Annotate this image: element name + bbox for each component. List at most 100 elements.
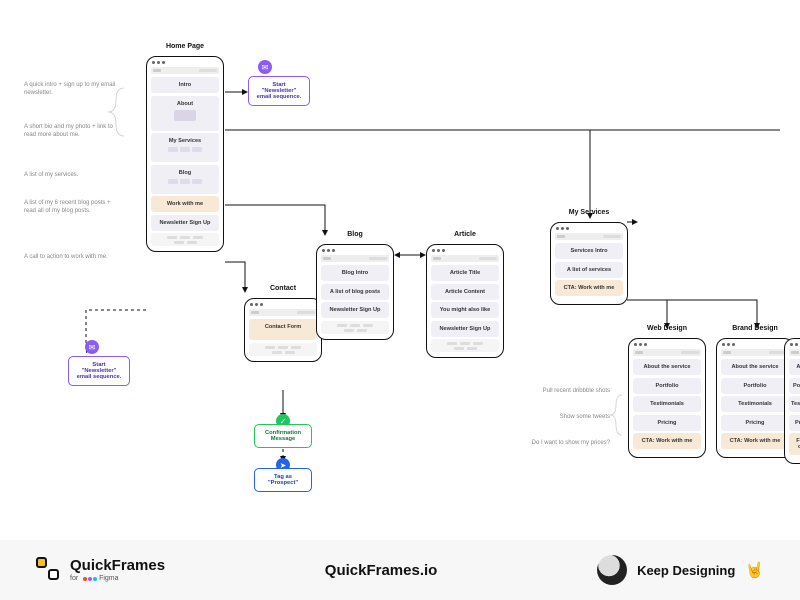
- services-thumbs: [153, 147, 217, 152]
- window-dots: [245, 299, 321, 309]
- navbar: [151, 67, 219, 74]
- page-web-design-title: Web Design: [629, 325, 705, 332]
- navbar: [249, 309, 317, 316]
- section-article-content: Article Content: [431, 284, 499, 300]
- tagline-tool: Figma: [99, 575, 118, 582]
- quickframes-logo-icon: [36, 557, 62, 583]
- navbar: [321, 255, 389, 262]
- brand-name: QuickFrames: [70, 558, 165, 573]
- section-my-services: My Services: [151, 133, 219, 162]
- section-service-cta: CTA: Work with me: [633, 433, 701, 449]
- annotation-services: A list of my services.: [24, 172, 124, 180]
- navbar: [789, 349, 800, 356]
- mail-badge-icon: ✉: [258, 60, 272, 74]
- window-dots: [317, 245, 393, 255]
- page-article-title: Article: [427, 231, 503, 238]
- section-testimonials: Testimonials: [721, 396, 789, 412]
- annotation-blog: A list of my 6 recent blog posts + read …: [24, 200, 124, 215]
- page-contact[interactable]: Contact Contact Form: [244, 298, 322, 362]
- page-blog[interactable]: Blog Blog Intro A list of blog posts New…: [316, 244, 394, 340]
- section-about-label: About: [177, 101, 193, 107]
- window-dots: [717, 339, 793, 349]
- section-services-cta: CTA: Work with me: [555, 280, 623, 296]
- page-brand-design[interactable]: Brand Design About the service Portfolio…: [716, 338, 794, 458]
- section-blog-label: Blog: [179, 170, 191, 176]
- keep-designing[interactable]: Keep Designing 🤘: [597, 555, 764, 585]
- section-content-cta: Free 3 cons: [789, 433, 800, 455]
- annotation-tweets: Show some tweets: [510, 414, 610, 422]
- section-about-service: About the service: [721, 359, 789, 375]
- page-contact-title: Contact: [245, 285, 321, 292]
- page-blog-title: Blog: [317, 231, 393, 238]
- section-blog-intro: Blog Intro: [321, 265, 389, 281]
- page-article[interactable]: Article Article Title Article Content Yo…: [426, 244, 504, 358]
- mail-badge-icon: ✉: [85, 340, 99, 354]
- annotation-dribbble: Pull recent dribbble shots: [510, 388, 610, 396]
- section-pricing: Pricing: [633, 415, 701, 431]
- tagline-prefix: for: [70, 575, 78, 582]
- section-testimonials: Testimonials: [789, 396, 800, 412]
- section-about-service: About: [789, 359, 800, 375]
- navbar: [633, 349, 701, 356]
- diagram-canvas[interactable]: A quick intro + sign up to my email news…: [0, 0, 800, 540]
- section-blog: Blog: [151, 165, 219, 194]
- navbar: [431, 255, 499, 262]
- keep-designing-label: Keep Designing: [637, 563, 735, 578]
- section-service-cta: CTA: Work with me: [721, 433, 789, 449]
- about-image-placeholder: [174, 110, 196, 121]
- section-about-service: About the service: [633, 359, 701, 375]
- navbar: [721, 349, 789, 356]
- section-newsletter-signup: Newsletter Sign Up: [431, 321, 499, 337]
- page-footer: [249, 343, 317, 356]
- page-footer: [431, 339, 499, 352]
- connector-lines: [0, 0, 800, 540]
- section-intro: Intro: [151, 77, 219, 93]
- section-portfolio: Portfolio: [633, 378, 701, 394]
- rock-on-icon: 🤘: [745, 561, 764, 579]
- annotation-cta: A call to action to work with me.: [24, 254, 124, 262]
- section-newsletter-signup: Newsletter Sign Up: [321, 302, 389, 318]
- page-home-title: Home Page: [147, 43, 223, 50]
- footer-url[interactable]: QuickFrames.io: [325, 562, 438, 579]
- annotation-prices: Do I want to show my prices?: [510, 440, 610, 448]
- section-services-label: My Services: [169, 138, 201, 144]
- brand-tagline: for Figma: [70, 575, 165, 582]
- section-contact-form: Contact Form: [249, 319, 317, 340]
- section-testimonials: Testimonials: [633, 396, 701, 412]
- page-web-design[interactable]: Web Design About the service Portfolio T…: [628, 338, 706, 458]
- section-newsletter-signup: Newsletter Sign Up: [151, 215, 219, 231]
- window-dots: [147, 57, 223, 67]
- section-services-intro: Services Intro: [555, 243, 623, 259]
- section-pricing: Pricing: [789, 415, 800, 431]
- section-services-list: A list of services: [555, 262, 623, 278]
- page-my-services[interactable]: My Services Services Intro A list of ser…: [550, 222, 628, 305]
- navbar: [555, 233, 623, 240]
- section-related: You might also like: [431, 302, 499, 318]
- callout-newsletter-bottom[interactable]: Start "Newsletter" email sequence.: [68, 356, 130, 386]
- page-brand-design-title: Brand Design: [717, 325, 793, 332]
- page-footer: [321, 321, 389, 334]
- section-blog-list: A list of blog posts: [321, 284, 389, 300]
- window-dots: [785, 339, 800, 349]
- callout-prospect[interactable]: Tag as "Prospect": [254, 468, 312, 492]
- callout-confirmation[interactable]: Confirmation Message: [254, 424, 312, 448]
- page-footer: [151, 233, 219, 246]
- section-portfolio: Portfolio: [721, 378, 789, 394]
- brand[interactable]: QuickFrames for Figma: [36, 557, 165, 583]
- page-content-clipped[interactable]: Conten About Portfolio Testimonials Pric…: [784, 338, 800, 464]
- window-dots: [551, 223, 627, 233]
- blog-thumbs: [153, 179, 217, 184]
- avatar: [597, 555, 627, 585]
- section-work-with-me: Work with me: [151, 196, 219, 212]
- figma-logo-icon: [83, 577, 97, 581]
- window-dots: [427, 245, 503, 255]
- callout-newsletter-top[interactable]: Start "Newsletter" email sequence.: [248, 76, 310, 106]
- window-dots: [629, 339, 705, 349]
- section-portfolio: Portfolio: [789, 378, 800, 394]
- page-home[interactable]: Home Page Intro About My Services Blog W…: [146, 56, 224, 252]
- footer-bar: QuickFrames for Figma QuickFrames.io Kee…: [0, 540, 800, 600]
- annotation-intro: A quick intro + sign up to my email news…: [24, 82, 124, 97]
- annotation-about: A short bio and my photo + link to read …: [24, 124, 124, 139]
- section-article-title: Article Title: [431, 265, 499, 281]
- section-pricing: Pricing: [721, 415, 789, 431]
